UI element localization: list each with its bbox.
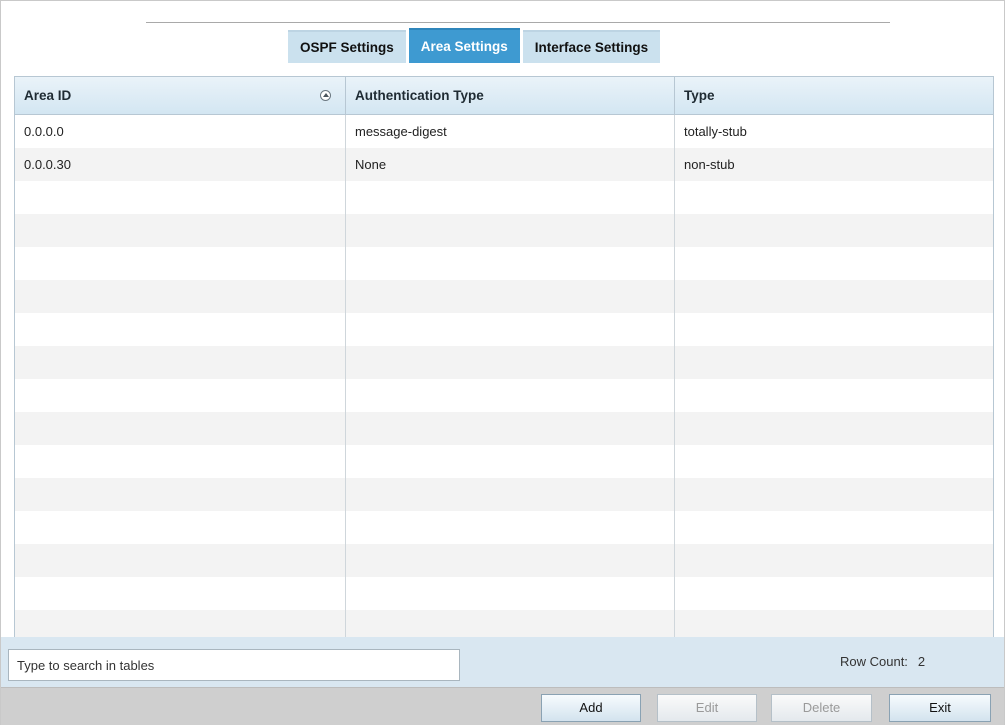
empty-cell bbox=[675, 412, 993, 445]
empty-cell bbox=[346, 544, 675, 577]
table-header: Area ID Authentication Type Type bbox=[15, 77, 993, 115]
empty-table-row bbox=[15, 247, 993, 280]
empty-table-row bbox=[15, 313, 993, 346]
empty-table-row bbox=[15, 346, 993, 379]
empty-table-row bbox=[15, 544, 993, 577]
empty-cell bbox=[15, 610, 346, 638]
empty-cell bbox=[15, 544, 346, 577]
column-header-label: Authentication Type bbox=[355, 88, 484, 103]
tab-bar: OSPF Settings Area Settings Interface Se… bbox=[288, 28, 663, 63]
empty-cell bbox=[675, 280, 993, 313]
cell-type: totally-stub bbox=[684, 124, 747, 139]
empty-cell bbox=[346, 445, 675, 478]
empty-cell bbox=[15, 379, 346, 412]
empty-table-row bbox=[15, 577, 993, 610]
row-count-value: 2 bbox=[917, 654, 926, 669]
empty-table-row bbox=[15, 445, 993, 478]
empty-table-row bbox=[15, 412, 993, 445]
empty-cell bbox=[675, 445, 993, 478]
empty-cell bbox=[346, 247, 675, 280]
empty-cell bbox=[346, 610, 675, 638]
empty-cell bbox=[675, 478, 993, 511]
empty-table-row bbox=[15, 379, 993, 412]
empty-cell bbox=[346, 478, 675, 511]
empty-table-row bbox=[15, 214, 993, 247]
empty-table-row bbox=[15, 280, 993, 313]
exit-button[interactable]: Exit bbox=[889, 694, 991, 722]
area-settings-panel: OSPF Settings Area Settings Interface Se… bbox=[0, 0, 1005, 725]
empty-cell bbox=[675, 313, 993, 346]
empty-cell bbox=[346, 313, 675, 346]
empty-cell bbox=[675, 610, 993, 638]
cell-authentication-type: None bbox=[346, 148, 675, 181]
edit-button[interactable]: Edit bbox=[657, 694, 757, 722]
empty-cell bbox=[15, 181, 346, 214]
empty-cell bbox=[675, 511, 993, 544]
empty-cell bbox=[346, 412, 675, 445]
empty-cell bbox=[15, 313, 346, 346]
table-row[interactable]: 0.0.0.0 message-digest totally-stub bbox=[15, 115, 993, 148]
empty-cell bbox=[346, 181, 675, 214]
divider bbox=[146, 22, 890, 23]
delete-button[interactable]: Delete bbox=[771, 694, 872, 722]
cell-type: non-stub bbox=[684, 157, 735, 172]
column-header-authentication-type[interactable]: Authentication Type bbox=[346, 77, 675, 114]
empty-cell bbox=[15, 280, 346, 313]
row-count-label: Row Count: bbox=[840, 654, 908, 669]
table-body: 0.0.0.0 message-digest totally-stub 0.0.… bbox=[15, 115, 993, 638]
empty-cell bbox=[15, 412, 346, 445]
empty-cell bbox=[15, 511, 346, 544]
empty-cell bbox=[15, 478, 346, 511]
empty-table-row bbox=[15, 478, 993, 511]
empty-cell bbox=[15, 247, 346, 280]
empty-cell bbox=[675, 247, 993, 280]
column-header-type[interactable]: Type bbox=[675, 77, 993, 114]
empty-cell bbox=[15, 577, 346, 610]
add-button[interactable]: Add bbox=[541, 694, 641, 722]
table-search-input[interactable] bbox=[8, 649, 460, 681]
table-row[interactable]: 0.0.0.30 None non-stub bbox=[15, 148, 993, 181]
empty-cell bbox=[346, 280, 675, 313]
tab-area-settings[interactable]: Area Settings bbox=[408, 28, 520, 63]
action-bar: Add Edit Delete Exit bbox=[1, 687, 1004, 725]
empty-table-row bbox=[15, 511, 993, 544]
empty-cell bbox=[346, 379, 675, 412]
sort-ascending-icon[interactable] bbox=[320, 90, 331, 101]
empty-table-row bbox=[15, 610, 993, 638]
empty-cell bbox=[15, 445, 346, 478]
empty-cell bbox=[15, 214, 346, 247]
cell-area-id: 0.0.0.30 bbox=[15, 148, 346, 181]
empty-cell bbox=[346, 214, 675, 247]
empty-cell bbox=[675, 577, 993, 610]
empty-cell bbox=[346, 346, 675, 379]
empty-cell bbox=[346, 511, 675, 544]
empty-cell bbox=[675, 214, 993, 247]
empty-cell bbox=[15, 346, 346, 379]
empty-table-row bbox=[15, 181, 993, 214]
area-table: Area ID Authentication Type Type 0.0.0.0… bbox=[14, 76, 994, 639]
cell-authentication-type: message-digest bbox=[346, 115, 675, 148]
table-footer: Row Count: 2 bbox=[1, 637, 1004, 687]
empty-cell bbox=[675, 544, 993, 577]
tab-interface-settings[interactable]: Interface Settings bbox=[522, 30, 661, 63]
empty-cell bbox=[675, 346, 993, 379]
column-header-label: Type bbox=[684, 88, 715, 103]
column-header-area-id[interactable]: Area ID bbox=[15, 77, 346, 114]
empty-cell bbox=[675, 379, 993, 412]
cell-area-id: 0.0.0.0 bbox=[15, 115, 346, 148]
empty-cell bbox=[346, 577, 675, 610]
column-header-label: Area ID bbox=[24, 88, 72, 103]
tab-ospf-settings[interactable]: OSPF Settings bbox=[288, 30, 406, 63]
row-count: Row Count: 2 bbox=[840, 637, 925, 687]
empty-cell bbox=[675, 181, 993, 214]
